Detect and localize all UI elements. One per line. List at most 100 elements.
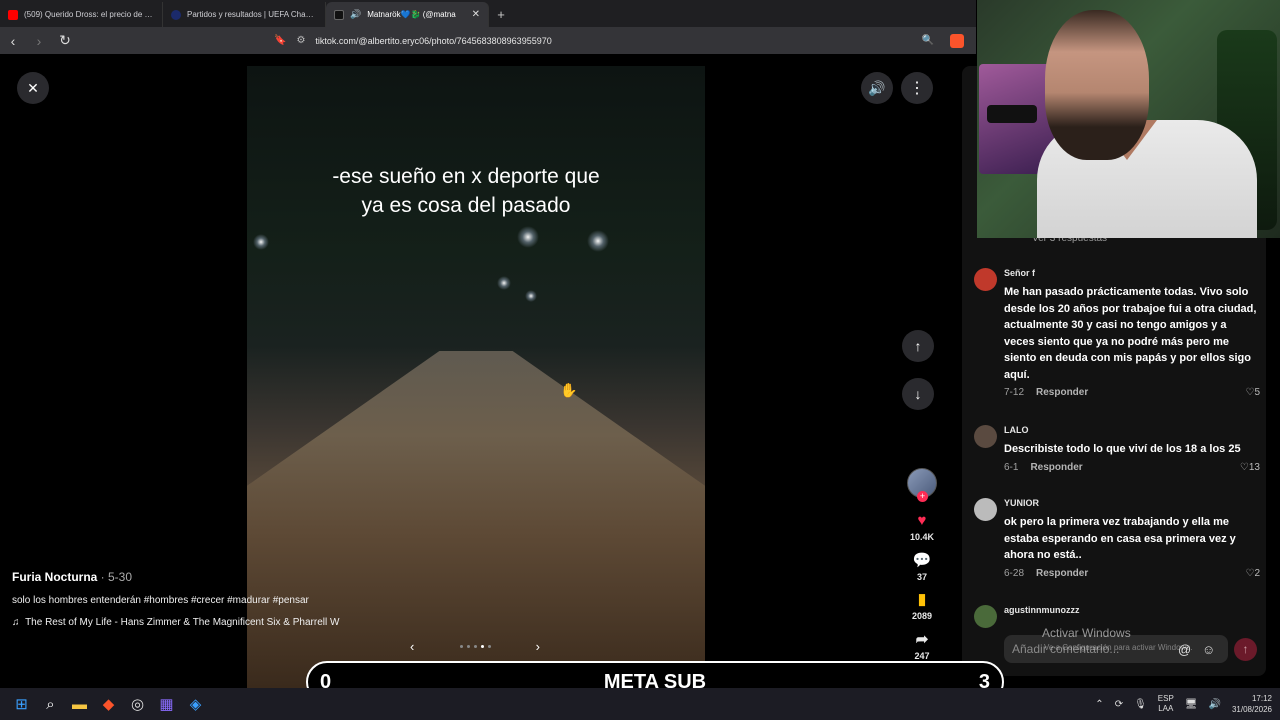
bookmark-icon: ▮ — [917, 591, 927, 608]
network-icon[interactable]: 🖥 — [1185, 699, 1198, 710]
comment-avatar[interactable] — [974, 605, 997, 628]
comment-like-count: 13 — [1248, 461, 1260, 473]
comment-like-button[interactable]: ♡2 — [1245, 568, 1260, 579]
comment-item: agustinnmunozzz — [974, 605, 1260, 628]
post-photo[interactable]: -ese sueño en x deporte que ya es cosa d… — [247, 66, 705, 688]
windows-start-icon[interactable]: ⊞ — [7, 688, 36, 720]
creator-avatar[interactable]: + — [907, 468, 937, 502]
photo-carousel-nav: ‹ › — [410, 639, 540, 654]
tab-uefa[interactable]: Partidos y resultados | UEFA Champio — [163, 2, 326, 27]
comment-avatar[interactable] — [974, 268, 997, 291]
tab-youtube[interactable]: (509) Querido Dross: el precio de fam — [0, 2, 163, 27]
forward-icon[interactable]: › — [32, 33, 46, 49]
uefa-favicon-icon — [171, 9, 181, 20]
previous-video-button[interactable]: ↑ — [902, 330, 934, 362]
comment-avatar[interactable] — [974, 425, 997, 448]
comment-username[interactable]: YUNIOR — [1004, 498, 1260, 508]
carousel-dot[interactable] — [480, 645, 484, 648]
zoom-icon[interactable]: 🔍 — [922, 35, 934, 46]
streetlight-glow — [253, 234, 269, 250]
reply-button[interactable]: Responder — [1036, 568, 1088, 579]
tab-tiktok[interactable]: 🔊 Matnarök💙🐉 (@matna ✕ — [326, 2, 489, 27]
bookmark-icon[interactable]: 🔖 — [274, 35, 286, 46]
file-explorer-icon[interactable]: ▬ — [65, 688, 94, 720]
comment-date: 6-1 — [1004, 461, 1019, 473]
obs-icon[interactable]: ◎ — [123, 688, 152, 720]
clock[interactable]: 17:12 31/08/2026 — [1232, 693, 1272, 715]
site-info-icon[interactable]: ⚙ — [296, 35, 305, 46]
app-grid-icon[interactable]: ▦ — [152, 688, 181, 720]
carousel-dot[interactable] — [487, 645, 491, 648]
music-note-icon: ♫ — [12, 617, 20, 628]
search-icon[interactable]: ⌕ — [36, 688, 65, 720]
save-count: 2089 — [911, 611, 933, 621]
sync-icon[interactable]: ⟳ — [1115, 699, 1123, 710]
reply-button[interactable]: Responder — [1036, 387, 1088, 398]
carousel-dot[interactable] — [459, 645, 463, 648]
carousel-dot[interactable] — [473, 645, 477, 648]
carousel-dot[interactable] — [466, 645, 470, 648]
comment-username[interactable]: Señor f — [1004, 268, 1260, 278]
comment-username[interactable]: agustinnmunozzz — [1004, 605, 1260, 615]
back-icon[interactable]: ‹ — [6, 33, 20, 49]
reload-icon[interactable]: ↻ — [58, 32, 72, 49]
post-date: · 5-30 — [97, 570, 133, 584]
comment-icon: 💬 — [912, 552, 932, 569]
comment-button[interactable]: 💬 37 — [902, 551, 942, 582]
comment-like-count: 2 — [1254, 567, 1260, 579]
overlay-line-2: ya es cosa del pasado — [361, 194, 571, 217]
comment-meta: 6-1 Responder ♡13 — [1004, 462, 1260, 473]
send-comment-button[interactable]: ↑ — [1234, 638, 1257, 661]
close-tab-icon[interactable]: ✕ — [472, 9, 480, 20]
url-field[interactable]: 🔖 ⚙ tiktok.com/@albertito.eryc06/photo/7… — [274, 35, 910, 46]
speaker-icon[interactable]: 🔊 — [350, 9, 361, 20]
tab-title: (509) Querido Dross: el precio de fam — [24, 10, 154, 19]
language-indicator[interactable]: ESP LAA — [1158, 694, 1174, 714]
reply-button[interactable]: Responder — [1030, 462, 1082, 473]
photo-viewer: -ese sueño en x deporte que ya es cosa d… — [0, 54, 962, 688]
system-tray: ⌃ ⟳ 🎙 ESP LAA 🖥 🔊 17:12 31/08/2026 — [1095, 688, 1272, 720]
lang-layout: LAA — [1158, 704, 1174, 713]
follow-plus-icon[interactable]: + — [917, 491, 928, 502]
new-tab-button[interactable]: + — [489, 2, 513, 27]
lang-code: ESP — [1157, 694, 1174, 703]
carousel-prev-icon[interactable]: ‹ — [410, 639, 414, 654]
author-name[interactable]: Furia Nocturna — [12, 570, 97, 584]
save-button[interactable]: ▮ 2089 — [902, 590, 942, 621]
carousel-next-icon[interactable]: › — [536, 639, 540, 654]
tray-chevron-icon[interactable]: ⌃ — [1095, 699, 1103, 710]
streetlight-glow — [517, 226, 539, 248]
share-button[interactable]: ➦ 247 — [902, 630, 942, 661]
comment-like-button[interactable]: ♡13 — [1240, 462, 1260, 473]
streamer-head — [1045, 10, 1149, 160]
streetlight-glow — [525, 290, 537, 302]
brave-shield-icon[interactable] — [950, 33, 964, 48]
comment-username[interactable]: LALO — [1004, 425, 1260, 435]
post-author[interactable]: Furia Nocturna · 5-30 — [12, 570, 132, 584]
url-text: tiktok.com/@albertito.eryc06/photo/76456… — [315, 35, 552, 46]
carousel-dots — [459, 645, 491, 648]
youtube-favicon-icon — [8, 9, 18, 20]
more-options-button[interactable]: ⋮ — [901, 72, 933, 104]
brave-browser-icon[interactable]: ◆ — [94, 688, 123, 720]
like-button[interactable]: ♥ 10.4K — [902, 512, 942, 542]
comment-like-button[interactable]: ♡5 — [1245, 387, 1260, 398]
close-button[interactable]: ✕ — [17, 72, 49, 104]
volume-icon[interactable]: 🔊 — [1209, 699, 1221, 710]
comment-item: LALO Describiste todo lo que viví de los… — [974, 425, 1260, 473]
next-video-button[interactable]: ↓ — [902, 378, 934, 410]
comment-meta: 6-28 Responder ♡2 — [1004, 568, 1260, 579]
clock-date: 31/08/2026 — [1231, 705, 1272, 714]
share-icon: ➦ — [915, 631, 929, 648]
like-count: 10.4K — [909, 532, 935, 542]
share-count: 247 — [914, 651, 930, 661]
streamer-webcam — [977, 0, 1280, 238]
volume-button[interactable]: 🔊 — [861, 72, 893, 104]
mic-icon[interactable]: 🎙 — [1134, 699, 1147, 710]
post-music[interactable]: ♫ The Rest of My Life - Hans Zimmer & Th… — [12, 617, 367, 628]
emoji-icon[interactable]: ☺ — [1202, 642, 1215, 657]
comment-text: Describiste todo lo que viví de los 18 a… — [1004, 443, 1241, 455]
comment-avatar[interactable] — [974, 498, 997, 521]
pinned-app-icon[interactable]: ◈ — [181, 688, 210, 720]
streetlight-glow — [497, 276, 511, 290]
